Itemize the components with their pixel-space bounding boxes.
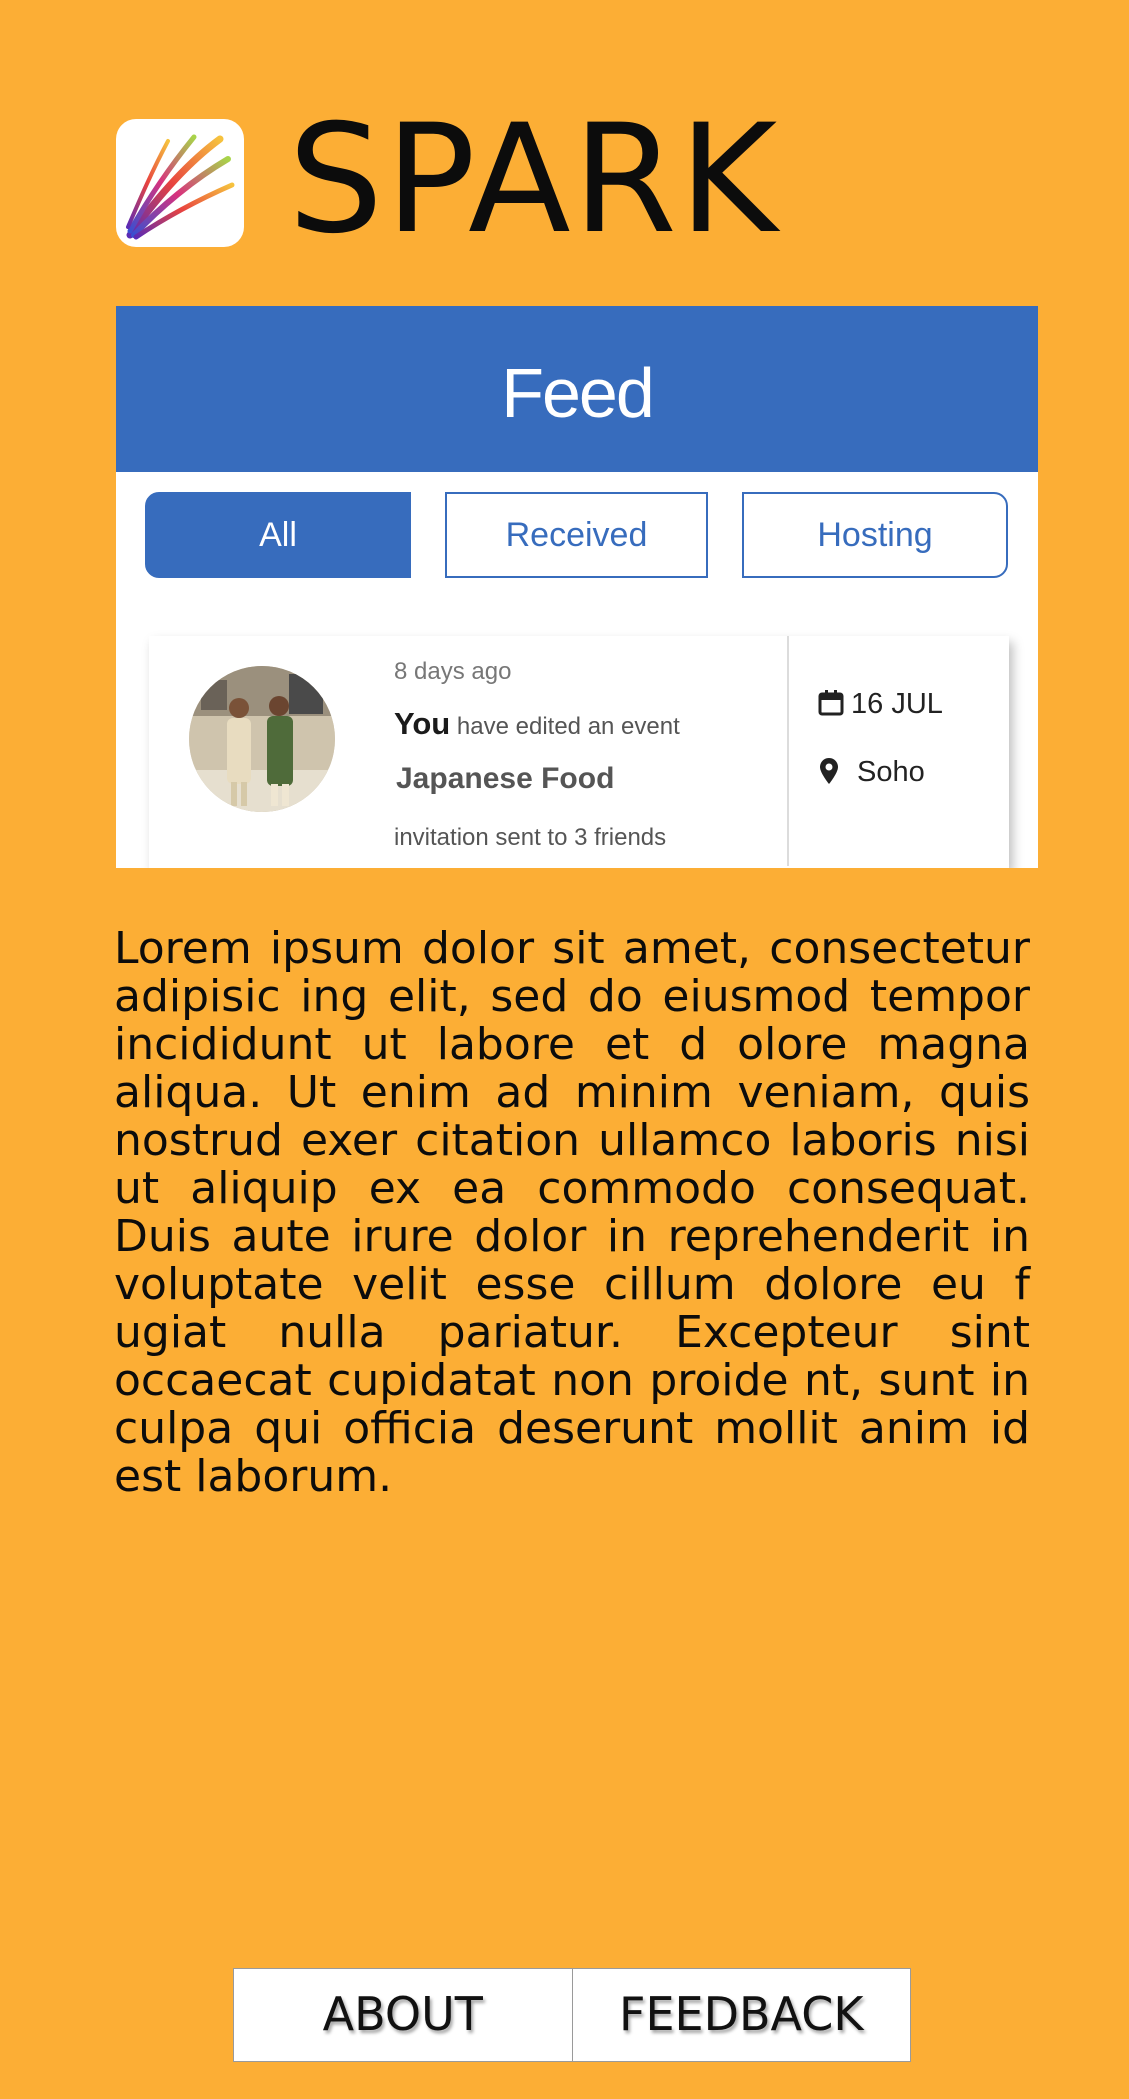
calendar-icon xyxy=(817,689,845,725)
tab-received: Received xyxy=(445,492,708,578)
card-divider xyxy=(787,636,789,866)
description-text: Lorem ipsum dolor sit amet, consectetur … xyxy=(114,923,1030,1502)
time-ago-text: 8 days ago xyxy=(394,658,512,685)
tab-all: All xyxy=(145,492,411,578)
event-location-text: Soho xyxy=(857,756,925,788)
activity-action: have edited an event xyxy=(456,713,680,740)
app-title: SPARK xyxy=(288,93,780,267)
avatar xyxy=(189,666,335,812)
event-date: 16 JUL xyxy=(817,688,943,725)
footer-nav: ABOUT FEEDBACK xyxy=(233,1968,911,2062)
feed-event-card: 8 days ago You have edited an event Japa… xyxy=(149,636,1009,868)
event-location: Soho xyxy=(819,756,925,793)
tab-hosting: Hosting xyxy=(742,492,1008,578)
activity-line: You have edited an event xyxy=(394,706,680,742)
feed-preview-image: Feed All Received Hosting 8 days ago You… xyxy=(116,306,1038,868)
feedback-button[interactable]: FEEDBACK xyxy=(572,1968,911,2062)
event-name: Japanese Food xyxy=(396,762,615,795)
about-button[interactable]: ABOUT xyxy=(233,1968,573,2062)
activity-actor: You xyxy=(394,706,451,741)
feed-header-title: Feed xyxy=(116,306,1038,472)
spark-logo-icon xyxy=(116,119,244,247)
invitation-note: invitation sent to 3 friends xyxy=(394,824,667,851)
map-pin-icon xyxy=(819,757,839,793)
event-date-text: 16 JUL xyxy=(851,688,943,720)
